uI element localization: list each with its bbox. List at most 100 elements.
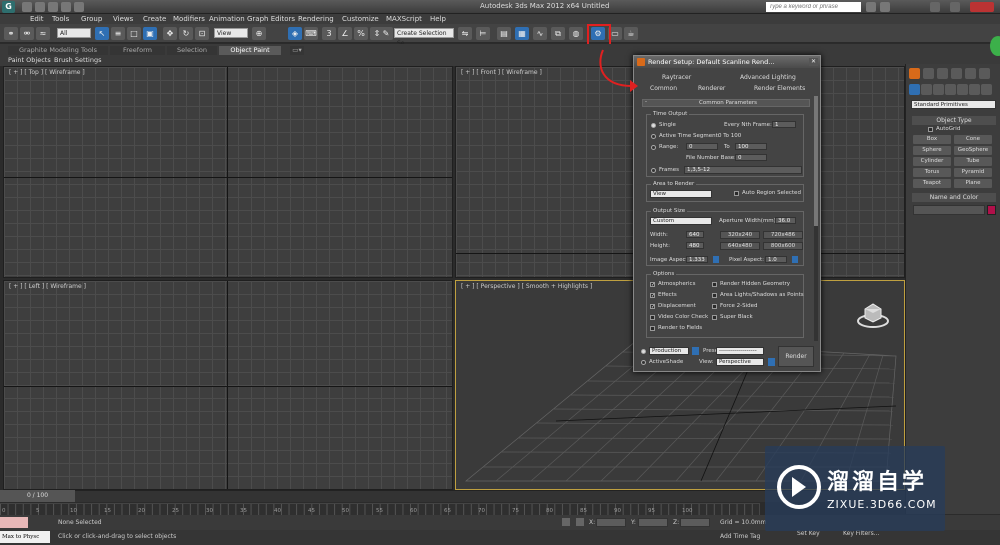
menu-group[interactable]: Group: [81, 14, 102, 24]
viewport-label[interactable]: [ + ] [ Front ] [ Wireframe ]: [461, 69, 542, 76]
torus-button[interactable]: Torus: [913, 168, 951, 177]
ribbon-options-icon[interactable]: ▭▾: [290, 46, 304, 55]
create-tab-icon[interactable]: [909, 68, 920, 79]
name-color-rollout[interactable]: Name and Color: [912, 193, 996, 202]
menu-edit[interactable]: Edit: [30, 14, 44, 24]
height-field[interactable]: 480: [686, 242, 704, 249]
tab-graphite-modeling-tools[interactable]: Graphite Modeling Tools: [8, 46, 108, 55]
render-button[interactable]: Render: [778, 346, 814, 367]
utilities-tab-icon[interactable]: [979, 68, 990, 79]
menu-maxscript[interactable]: MAXScript: [386, 14, 422, 24]
object-color-swatch[interactable]: [987, 205, 996, 215]
primitives-dropdown[interactable]: Standard Primitives: [911, 100, 996, 109]
modify-tab-icon[interactable]: [923, 68, 934, 79]
box-button[interactable]: Box: [913, 135, 951, 144]
option-left-checkbox[interactable]: ✓: [650, 304, 655, 310]
preset-320x240-button[interactable]: 320x240: [720, 231, 760, 239]
systems-icon[interactable]: [981, 84, 992, 95]
geometry-icon[interactable]: [909, 84, 920, 95]
viewport-label[interactable]: [ + ] [ Top ] [ Wireframe ]: [9, 69, 85, 76]
select-by-name-icon[interactable]: ≡: [111, 27, 125, 40]
set-key-button[interactable]: Set Key: [797, 530, 820, 537]
cylinder-button[interactable]: Cylinder: [913, 157, 951, 166]
production-dropdown[interactable]: Production: [649, 347, 689, 355]
option-left-checkbox[interactable]: ✓: [650, 282, 655, 288]
active-segment-radio[interactable]: [651, 134, 656, 139]
single-radio[interactable]: [651, 123, 656, 128]
new-file-icon[interactable]: [22, 2, 32, 12]
menu-graph-editors[interactable]: Graph Editors: [247, 14, 295, 24]
keyboard-shortcut-icon[interactable]: ⌨: [304, 27, 318, 40]
autogrid-checkbox[interactable]: [928, 127, 933, 132]
tab-raytracer[interactable]: Raytracer: [662, 74, 691, 81]
menu-help[interactable]: Help: [430, 14, 446, 24]
shapes-icon[interactable]: [921, 84, 932, 95]
menu-modifiers[interactable]: Modifiers: [173, 14, 205, 24]
tab-renderer[interactable]: Renderer: [698, 85, 725, 92]
percent-snap-icon[interactable]: %: [354, 27, 368, 40]
dialog-scrollbar[interactable]: [814, 96, 818, 341]
lights-icon[interactable]: [933, 84, 944, 95]
bind-space-warp-icon[interactable]: ≈: [36, 27, 50, 40]
frames-radio[interactable]: [651, 168, 656, 173]
undo-icon[interactable]: [61, 2, 71, 12]
maxscript-mini-listener[interactable]: [0, 517, 28, 528]
save-file-icon[interactable]: [48, 2, 58, 12]
graphite-toggle-icon[interactable]: ▦: [515, 27, 529, 40]
subtab-brush-settings[interactable]: Brush Settings: [54, 56, 101, 65]
helpers-icon[interactable]: [957, 84, 968, 95]
curve-editor-icon[interactable]: ∿: [533, 27, 547, 40]
lock-pixel-aspect-icon[interactable]: [792, 256, 798, 263]
view-dropdown[interactable]: Perspective: [716, 358, 764, 366]
render-production-icon[interactable]: ☕: [624, 27, 638, 40]
time-slider[interactable]: 0 / 100: [0, 490, 75, 502]
area-to-render-dropdown[interactable]: View: [650, 190, 712, 198]
sphere-button[interactable]: Sphere: [913, 146, 951, 155]
menu-tools[interactable]: Tools: [52, 14, 69, 24]
preset-640x480-button[interactable]: 640x480: [720, 242, 760, 250]
range-from-field[interactable]: 0: [686, 143, 718, 150]
option-right-checkbox[interactable]: [712, 282, 717, 287]
app-logo-icon[interactable]: G: [2, 1, 15, 13]
link-icon[interactable]: ⚭: [4, 27, 18, 40]
menu-animation[interactable]: Animation: [209, 14, 245, 24]
cone-button[interactable]: Cone: [954, 135, 992, 144]
open-file-icon[interactable]: [35, 2, 45, 12]
lock-aspect-icon[interactable]: [713, 256, 719, 263]
minimize-icon[interactable]: [930, 2, 940, 12]
key-filters-button[interactable]: Key Filters...: [843, 530, 880, 537]
auto-region-checkbox[interactable]: [734, 191, 739, 196]
preset-800x600-button[interactable]: 800x600: [763, 242, 803, 250]
viewport-left[interactable]: [ + ] [ Left ] [ Wireframe ]: [3, 280, 453, 490]
mirror-icon[interactable]: ⇋: [458, 27, 472, 40]
production-radio[interactable]: [641, 349, 646, 354]
maximize-icon[interactable]: [950, 2, 960, 12]
option-right-checkbox[interactable]: [712, 304, 717, 309]
preset-720x486-button[interactable]: 720x486: [763, 231, 803, 239]
select-manipulate-icon[interactable]: ◈: [288, 27, 302, 40]
x-coord-field[interactable]: [596, 518, 626, 527]
teapot-button[interactable]: Teapot: [913, 179, 951, 188]
range-radio[interactable]: [651, 145, 656, 150]
production-render-icon[interactable]: [692, 347, 699, 355]
frames-field[interactable]: 1,3,5-12: [684, 166, 802, 174]
hierarchy-tab-icon[interactable]: [937, 68, 948, 79]
selection-filter-dropdown[interactable]: All: [57, 28, 91, 38]
aperture-field[interactable]: 36.0: [775, 217, 796, 224]
move-icon[interactable]: ✥: [163, 27, 177, 40]
schematic-view-icon[interactable]: ⧉: [551, 27, 565, 40]
image-aspect-field[interactable]: 1.333: [686, 256, 708, 263]
lock-selection-icon[interactable]: [562, 518, 570, 526]
file-number-base-field[interactable]: 0: [735, 154, 767, 161]
width-field[interactable]: 640: [686, 231, 704, 238]
scale-icon[interactable]: ⊡: [195, 27, 209, 40]
menu-create[interactable]: Create: [143, 14, 166, 24]
scrollbar-thumb[interactable]: [814, 96, 818, 226]
help-icon[interactable]: [880, 2, 890, 12]
pivot-center-icon[interactable]: ⊕: [252, 27, 266, 40]
cameras-icon[interactable]: [945, 84, 956, 95]
option-left-checkbox[interactable]: ✓: [650, 293, 655, 299]
tab-selection[interactable]: Selection: [167, 46, 217, 55]
menu-rendering[interactable]: Rendering: [298, 14, 334, 24]
menu-views[interactable]: Views: [113, 14, 133, 24]
